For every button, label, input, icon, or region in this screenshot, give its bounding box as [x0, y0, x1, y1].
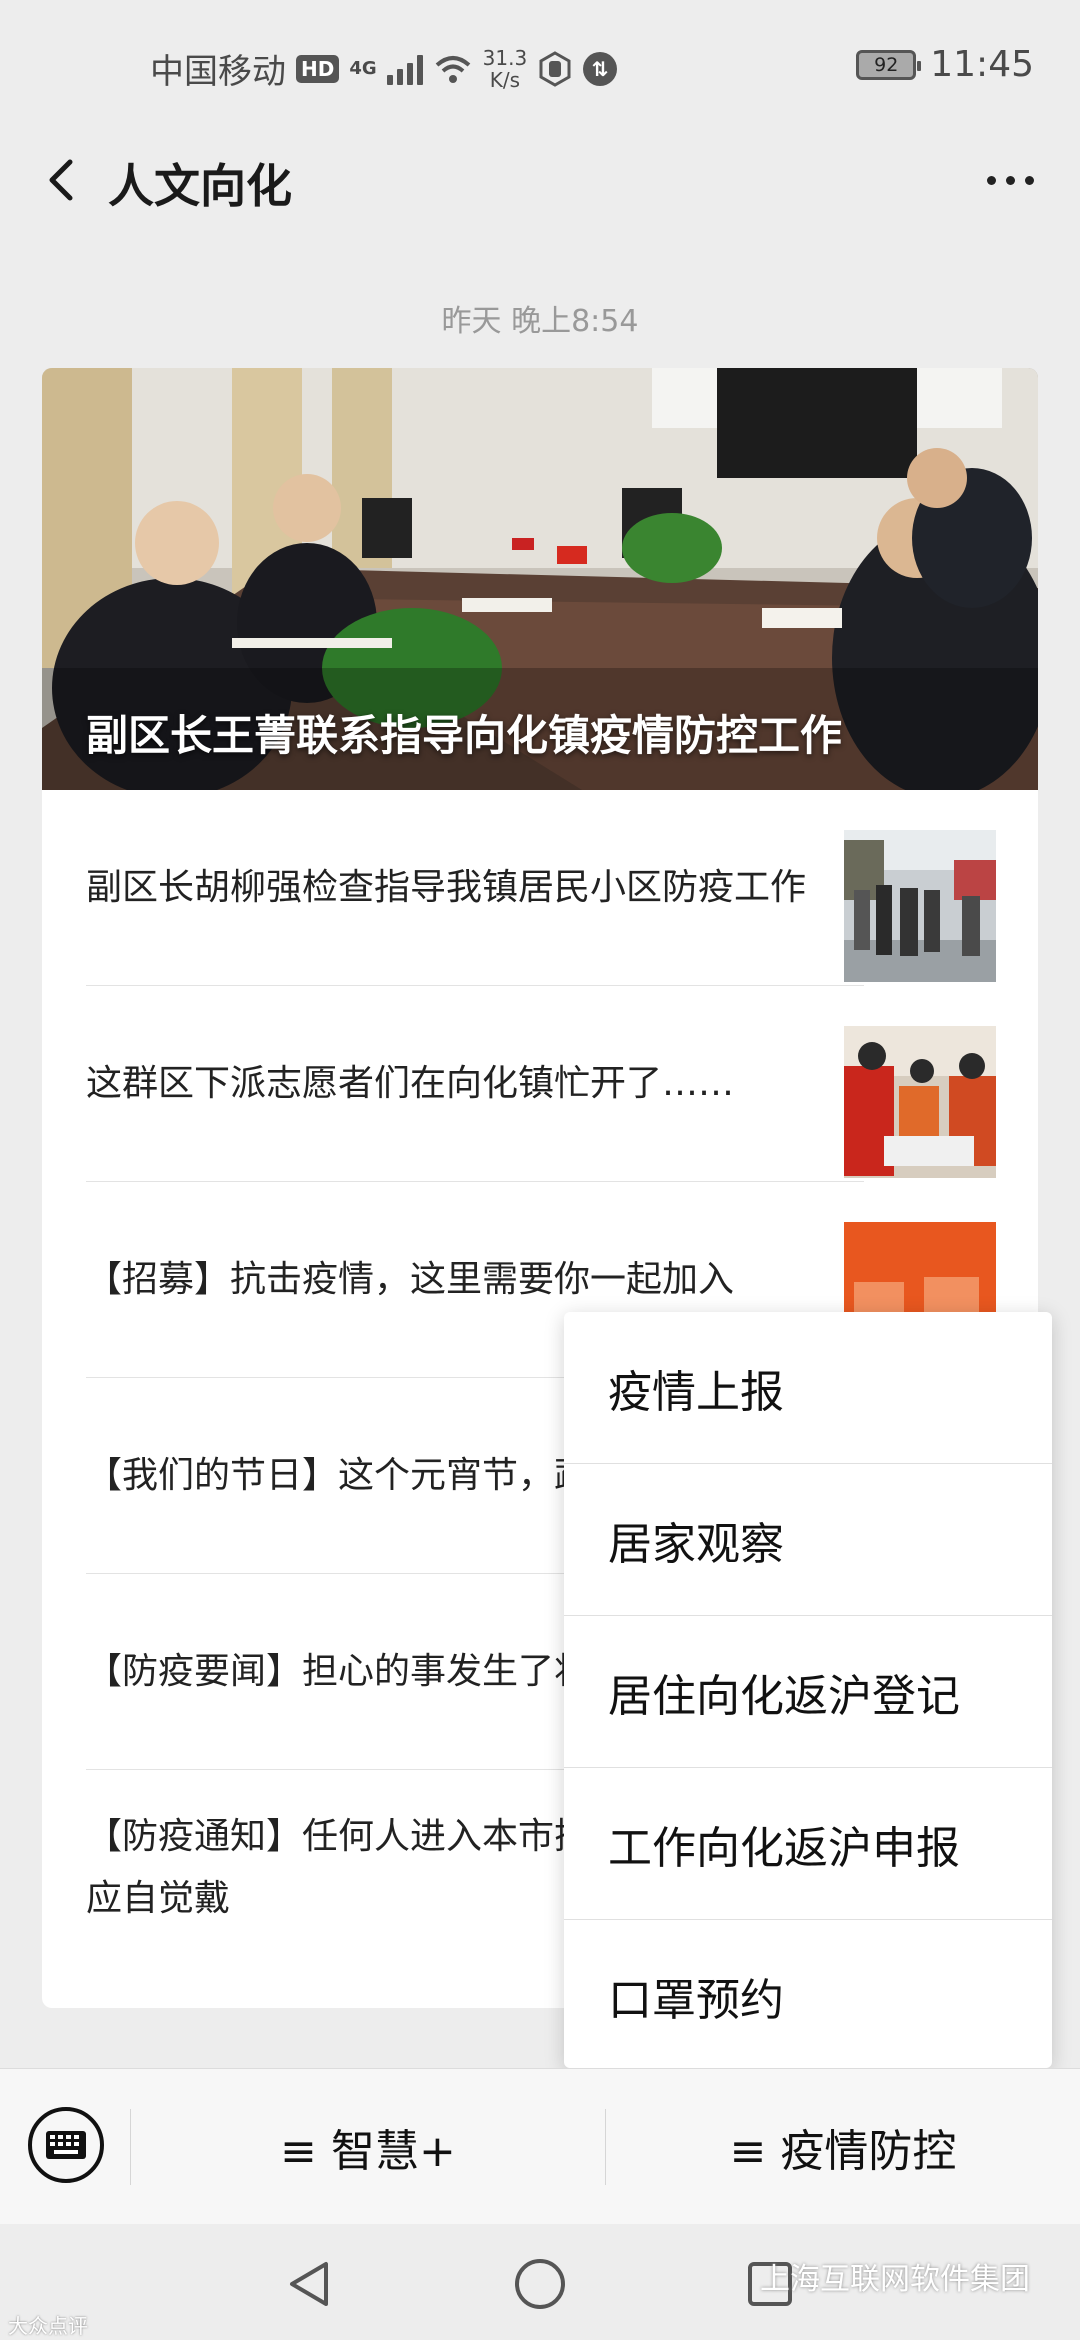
status-right: 92 11:45 — [856, 44, 1034, 85]
keyboard-toggle-button[interactable] — [28, 2107, 104, 2183]
keyboard-icon — [46, 2131, 86, 2159]
cover-title: 副区长王菁联系指导向化镇疫情防控工作 — [86, 711, 843, 760]
back-button[interactable] — [28, 144, 100, 216]
battery-icon: 92 — [856, 49, 922, 80]
back-arrow-icon — [49, 159, 73, 201]
data-sync-icon: ⇅ — [583, 51, 618, 86]
watermark-right: 上海互联网软件集团 — [760, 2262, 1030, 2297]
article-thumbnail — [844, 1026, 996, 1178]
network-type: 4G — [349, 57, 377, 79]
menu-item-label: 口罩预约 — [608, 1975, 784, 2026]
more-dots-icon — [986, 175, 996, 185]
article-item[interactable]: 这群区下派志愿者们在向化镇忙开了…… — [42, 986, 1038, 1182]
article-item[interactable]: 副区长胡柳强检查指导我镇居民小区防疫工作 — [42, 790, 1038, 986]
wifi-icon — [435, 55, 470, 83]
menu-item-mask-reservation[interactable]: 口罩预约 — [564, 1920, 1052, 2072]
menu-item-label: 居家观察 — [608, 1519, 784, 1570]
system-nav-bar: 大众点评 上海互联网软件集团 — [0, 2224, 1080, 2340]
back-triangle-icon[interactable] — [282, 2256, 338, 2312]
menu-item-work-return-declaration[interactable]: 工作向化返沪申报 — [564, 1768, 1052, 1920]
carrier-name: 中国移动 — [150, 52, 286, 92]
hd-badge: HD — [296, 54, 340, 83]
hand-icon — [539, 50, 571, 87]
popup-menu: 疫情上报 居家观察 居住向化返沪登记 工作向化返沪申报 口罩预约 — [564, 1312, 1052, 2068]
status-left: 中国移动 HD 4G 31.3 K/s ⇅ — [150, 44, 618, 93]
battery-level: 92 — [874, 53, 899, 76]
status-bar: 中国移动 HD 4G 31.3 K/s ⇅ 92 11:45 — [0, 0, 1080, 130]
menu-item-label: 工作向化返沪申报 — [608, 1823, 960, 1874]
menu-item-residence-return-registration[interactable]: 居住向化返沪登记 — [564, 1616, 1052, 1768]
menu-item-label: 疫情上报 — [608, 1367, 784, 1418]
article-title: 副区长胡柳强检查指导我镇居民小区防疫工作 — [86, 867, 807, 908]
net-speed-unit: K/s — [489, 67, 521, 92]
article-title: 这群区下派志愿者们在向化镇忙开了…… — [86, 1063, 735, 1104]
account-menu-bar: ≡ 智慧+ ≡ 疫情防控 — [0, 2068, 1080, 2224]
menu-tab-epidemic-control[interactable]: ≡ 疫情防控 — [606, 2107, 1080, 2187]
menu-item-home-observation[interactable]: 居家观察 — [564, 1464, 1052, 1616]
cover-article[interactable]: 副区长王菁联系指导向化镇疫情防控工作 — [42, 368, 1038, 790]
clock: 11:45 — [930, 44, 1034, 85]
chat-header: 人文向化 — [0, 130, 1080, 230]
net-speed-value: 31.3 — [482, 45, 528, 70]
watermark-left: 大众点评 — [8, 2314, 88, 2338]
home-circle-icon[interactable] — [512, 2256, 568, 2312]
signal-icon — [386, 53, 423, 85]
page-title: 人文向化 — [108, 159, 292, 213]
more-button[interactable] — [974, 156, 1046, 204]
menu-item-epidemic-report[interactable]: 疫情上报 — [564, 1312, 1052, 1464]
net-speed: 31.3 K/s — [483, 47, 528, 91]
menu-tab-smart[interactable]: ≡ 智慧+ — [131, 2107, 605, 2187]
article-thumbnail — [844, 830, 996, 982]
message-timestamp: 昨天 晚上8:54 — [441, 304, 639, 339]
menu-item-label: 居住向化返沪登记 — [608, 1671, 960, 1722]
